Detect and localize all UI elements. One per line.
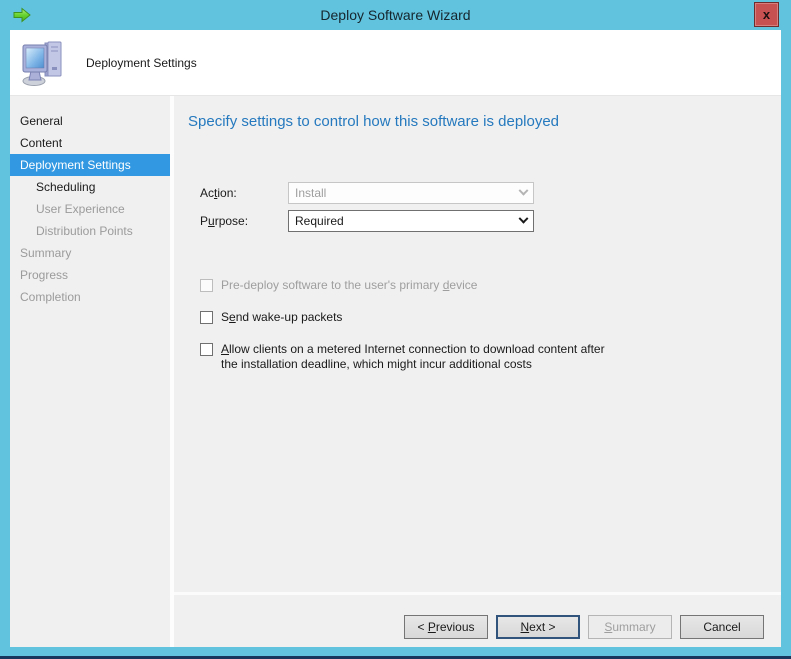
predeploy-checkbox: [200, 279, 213, 292]
footer-separator: [174, 592, 781, 595]
chevron-down-icon[interactable]: [513, 211, 533, 231]
sidebar-item-distribution-points: Distribution Points: [10, 220, 170, 242]
sidebar-item-user-experience: User Experience: [10, 198, 170, 220]
metered-connection-checkbox[interactable]: [200, 343, 213, 356]
sidebar-item-completion: Completion: [10, 286, 170, 308]
predeploy-checkbox-row: Pre-deploy software to the user's primar…: [200, 278, 477, 293]
wizard-chrome: Deployment Settings General Content Depl…: [10, 30, 781, 647]
window-title: Deploy Software Wizard: [60, 0, 731, 30]
wakeup-checkbox[interactable]: [200, 311, 213, 324]
wakeup-checkbox-label: Send wake-up packets: [221, 310, 342, 325]
cancel-button[interactable]: Cancel: [680, 615, 764, 639]
purpose-combobox-value: Required: [295, 214, 344, 228]
summary-button: Summary: [588, 615, 672, 639]
purpose-combobox[interactable]: Required: [288, 210, 534, 232]
wizard-body: General Content Deployment Settings Sche…: [10, 96, 781, 647]
wakeup-checkbox-row[interactable]: Send wake-up packets: [200, 310, 342, 325]
header-page-title: Deployment Settings: [86, 56, 197, 70]
action-field-row: Action: Install: [200, 182, 534, 204]
page-heading: Specify settings to control how this sof…: [188, 113, 769, 130]
purpose-field-row: Purpose: Required: [200, 210, 534, 232]
action-combobox-value: Install: [295, 186, 326, 200]
sidebar-item-scheduling[interactable]: Scheduling: [10, 176, 170, 198]
deploy-arrow-icon: [12, 6, 32, 24]
computer-icon: [20, 39, 68, 87]
predeploy-checkbox-label: Pre-deploy software to the user's primar…: [221, 278, 477, 293]
metered-connection-checkbox-row[interactable]: Allow clients on a metered Internet conn…: [200, 342, 613, 372]
action-combobox: Install: [288, 182, 534, 204]
titlebar: Deploy Software Wizard x: [0, 0, 791, 30]
sidebar-item-summary: Summary: [10, 242, 170, 264]
metered-connection-checkbox-label: Allow clients on a metered Internet conn…: [221, 342, 613, 372]
next-button[interactable]: Next >: [496, 615, 580, 639]
chevron-down-icon: [513, 183, 533, 203]
wizard-sidebar: General Content Deployment Settings Sche…: [10, 96, 170, 647]
sidebar-item-general[interactable]: General: [10, 110, 170, 132]
main-panel: Specify settings to control how this sof…: [174, 96, 781, 647]
previous-button[interactable]: < Previous: [404, 615, 488, 639]
sidebar-item-deployment-settings[interactable]: Deployment Settings: [10, 154, 170, 176]
footer-buttons: < Previous Next > Summary Cancel: [404, 615, 764, 639]
purpose-label: Purpose:: [200, 214, 288, 228]
deploy-software-wizard-window: Deploy Software Wizard x: [0, 0, 791, 659]
close-button[interactable]: x: [754, 2, 779, 27]
sidebar-item-progress: Progress: [10, 264, 170, 286]
sidebar-item-content[interactable]: Content: [10, 132, 170, 154]
action-label: Action:: [200, 186, 288, 200]
wizard-header: Deployment Settings: [10, 30, 781, 96]
